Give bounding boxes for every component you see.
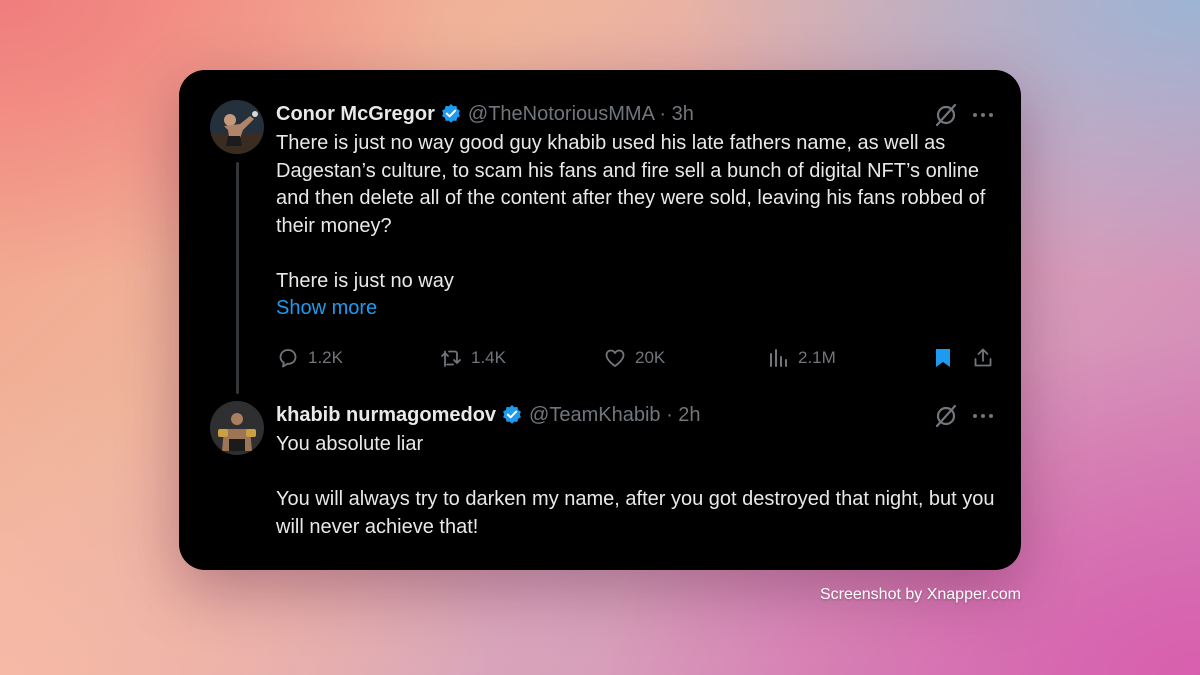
- grok-icon[interactable]: [933, 102, 959, 128]
- watermark-text: Screenshot by Xnapper.com: [819, 586, 1021, 603]
- avatar-khabib[interactable]: [210, 401, 264, 455]
- like-button[interactable]: 20K: [603, 343, 665, 373]
- views-button[interactable]: 2.1M: [766, 343, 836, 373]
- tweet-body: You absolute liar You will always try to…: [276, 431, 996, 541]
- tweet-card: Conor McGregor @TheNotoriousMMA · 3h The…: [179, 70, 1021, 570]
- tweet-paragraph: You will always try to darken my name, a…: [276, 488, 995, 538]
- tweet-header: Conor McGregor @TheNotoriousMMA · 3h: [276, 101, 694, 127]
- views-chart-icon: [770, 349, 787, 367]
- like-count: 20K: [635, 348, 666, 367]
- reply-button[interactable]: 1.2K: [276, 343, 343, 373]
- tweet-body: There is just no way good guy khabib use…: [276, 130, 996, 295]
- tweet-paragraph: You absolute liar: [276, 433, 424, 455]
- tweet-actions: 1.2K 1.4K 20K 2.1M: [276, 343, 996, 373]
- repost-icon: [441, 350, 461, 367]
- share-button[interactable]: [971, 343, 995, 373]
- repost-count: 1.4K: [471, 348, 506, 367]
- more-options-icon[interactable]: [971, 108, 995, 122]
- author-name[interactable]: Conor McGregor: [276, 103, 435, 126]
- tweet-paragraph: There is just no way: [276, 269, 454, 292]
- tweet-header: khabib nurmagomedov @TeamKhabib · 2h: [276, 402, 701, 428]
- reply-count: 1.2K: [308, 348, 343, 367]
- avatar-conor[interactable]: [210, 100, 264, 154]
- share-icon: [974, 348, 992, 367]
- heart-icon: [605, 349, 625, 367]
- thread-line: [236, 162, 239, 394]
- show-more-link[interactable]: Show more: [276, 297, 377, 320]
- author-handle[interactable]: @TeamKhabib · 2h: [529, 404, 701, 427]
- author-handle[interactable]: @TheNotoriousMMA · 3h: [468, 103, 694, 126]
- verified-badge-icon: [442, 104, 460, 123]
- bookmark-icon: [936, 349, 950, 367]
- view-count: 2.1M: [798, 348, 836, 367]
- author-name[interactable]: khabib nurmagomedov: [276, 404, 496, 427]
- repost-button[interactable]: 1.4K: [439, 343, 506, 373]
- verified-badge-icon: [503, 405, 521, 424]
- more-options-icon[interactable]: [971, 409, 995, 423]
- reply-icon: [279, 349, 297, 368]
- tweet-paragraph: There is just no way good guy khabib use…: [276, 132, 986, 237]
- grok-icon[interactable]: [933, 403, 959, 429]
- bookmark-button[interactable]: [931, 343, 955, 373]
